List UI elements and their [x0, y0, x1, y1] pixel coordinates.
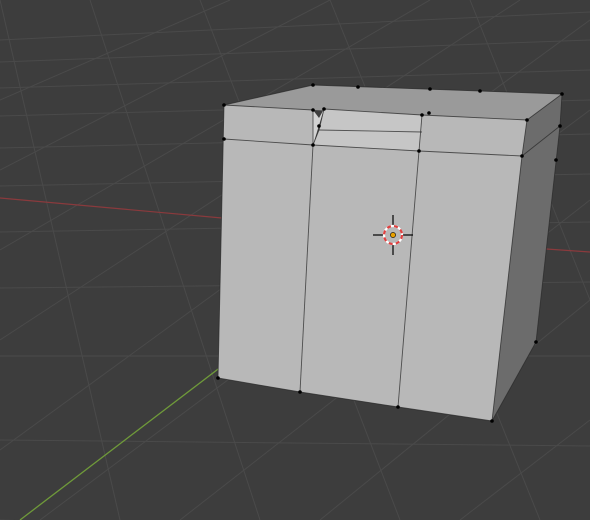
mesh-vertex[interactable]: [420, 113, 424, 117]
mesh-vertex[interactable]: [298, 390, 302, 394]
mesh-vertex[interactable]: [560, 92, 564, 96]
mesh-vertex[interactable]: [356, 85, 360, 89]
mesh-vertex[interactable]: [428, 87, 432, 91]
grid-line: [459, 419, 590, 520]
mesh-vertex[interactable]: [317, 124, 321, 128]
mesh-vertex[interactable]: [478, 89, 482, 93]
mesh-vertex[interactable]: [427, 111, 431, 115]
3d-viewport[interactable]: [0, 0, 590, 520]
mesh-vertex[interactable]: [534, 340, 538, 344]
grid-line: [0, 11, 590, 41]
mesh-vertex[interactable]: [396, 405, 400, 409]
mesh-vertex[interactable]: [525, 118, 529, 122]
mesh-vertex[interactable]: [311, 83, 315, 87]
mesh-vertex[interactable]: [558, 124, 562, 128]
mesh-vertex[interactable]: [520, 154, 524, 158]
cube-mesh[interactable]: [216, 83, 564, 423]
mesh-vertex[interactable]: [322, 107, 326, 111]
grid-line: [0, 439, 590, 447]
x-axis-line: [0, 197, 223, 219]
grid-line: [0, 0, 121, 520]
grid-line: [0, 39, 590, 63]
mesh-vertex[interactable]: [222, 103, 226, 107]
mesh-vertex[interactable]: [216, 376, 220, 380]
mesh-vertex[interactable]: [222, 137, 226, 141]
mesh-vertex[interactable]: [554, 158, 558, 162]
cube-front-face[interactable]: [218, 105, 527, 421]
mesh-vertex[interactable]: [311, 108, 315, 112]
mesh-vertex[interactable]: [490, 419, 494, 423]
grid-line: [0, 0, 231, 101]
viewport-scene[interactable]: [0, 0, 590, 520]
mesh-vertex[interactable]: [311, 143, 315, 147]
mesh-vertex[interactable]: [417, 149, 421, 153]
